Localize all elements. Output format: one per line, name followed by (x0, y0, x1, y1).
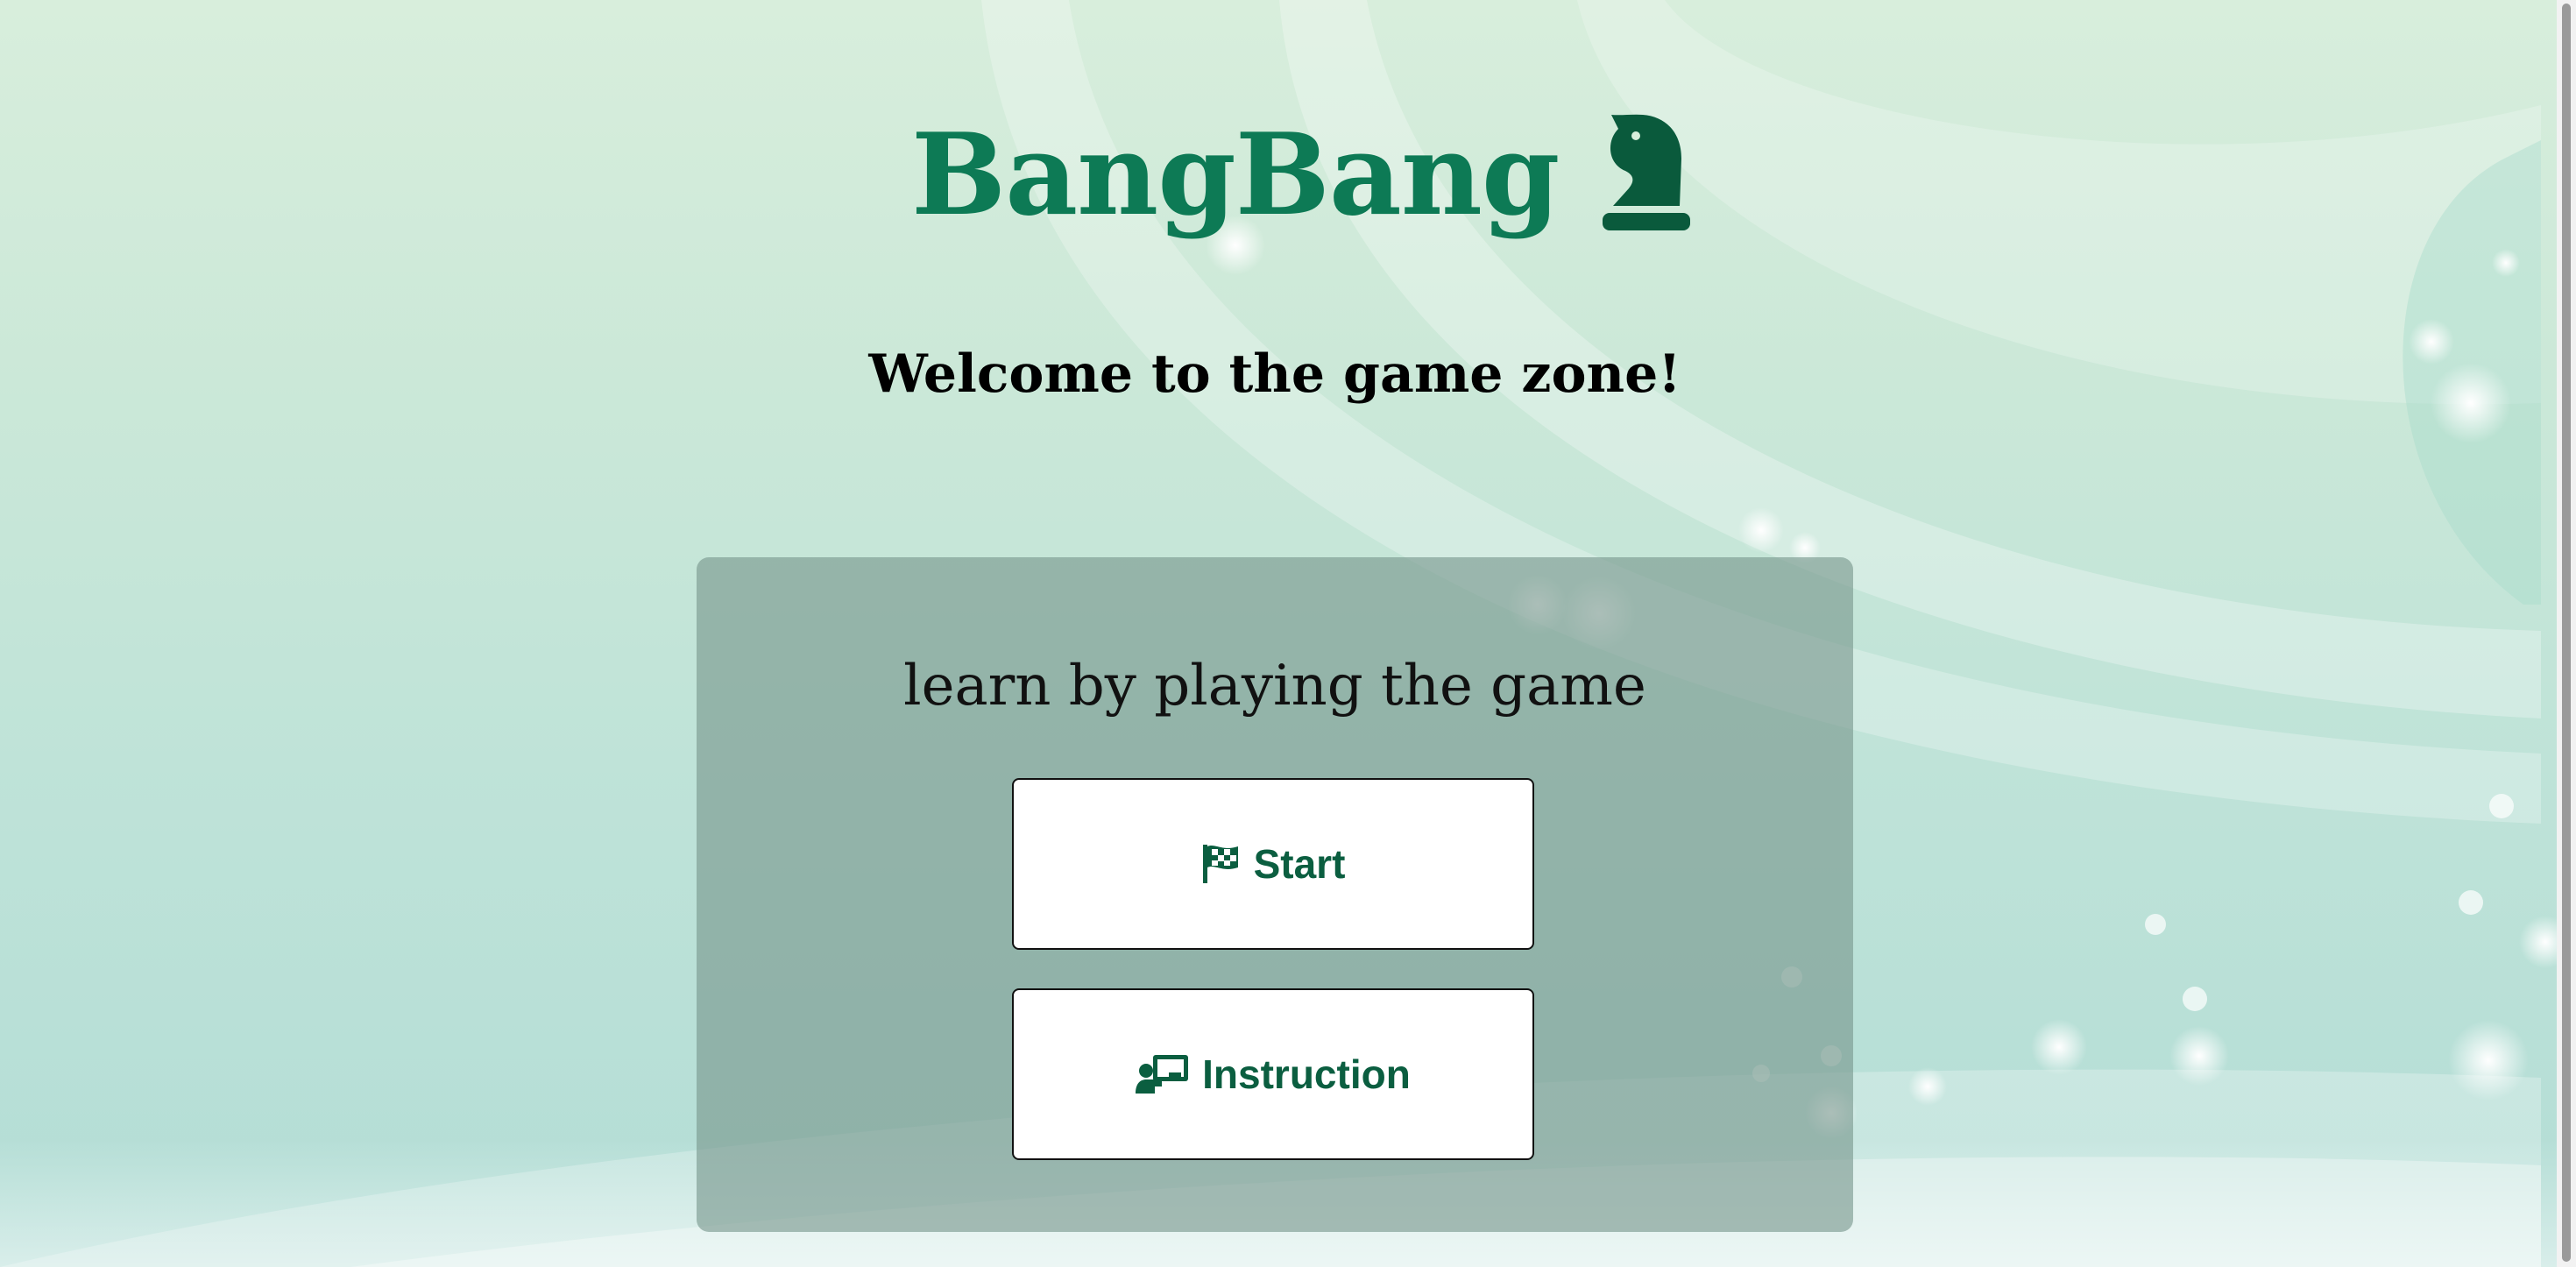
start-button[interactable]: Start (1012, 778, 1534, 950)
teacher-board-icon (1136, 1055, 1189, 1094)
scrollbar-thumb[interactable] (2562, 4, 2571, 1262)
checkered-flag-icon (1202, 845, 1238, 883)
logo-text: BangBang (911, 110, 1560, 241)
panel-tagline: learn by playing the game (903, 654, 1646, 718)
vertical-scrollbar[interactable] (2557, 0, 2576, 1267)
welcome-heading: Welcome to the game zone! (868, 343, 1681, 405)
app-logo: BangBang (911, 88, 1699, 263)
game-panel: learn by playing the game Start Instruct… (697, 557, 1853, 1232)
instruction-button[interactable]: Instruction (1012, 988, 1534, 1160)
instruction-button-label: Instruction (1202, 1051, 1411, 1097)
chess-knight-icon (1603, 114, 1691, 230)
start-button-label: Start (1253, 841, 1346, 887)
